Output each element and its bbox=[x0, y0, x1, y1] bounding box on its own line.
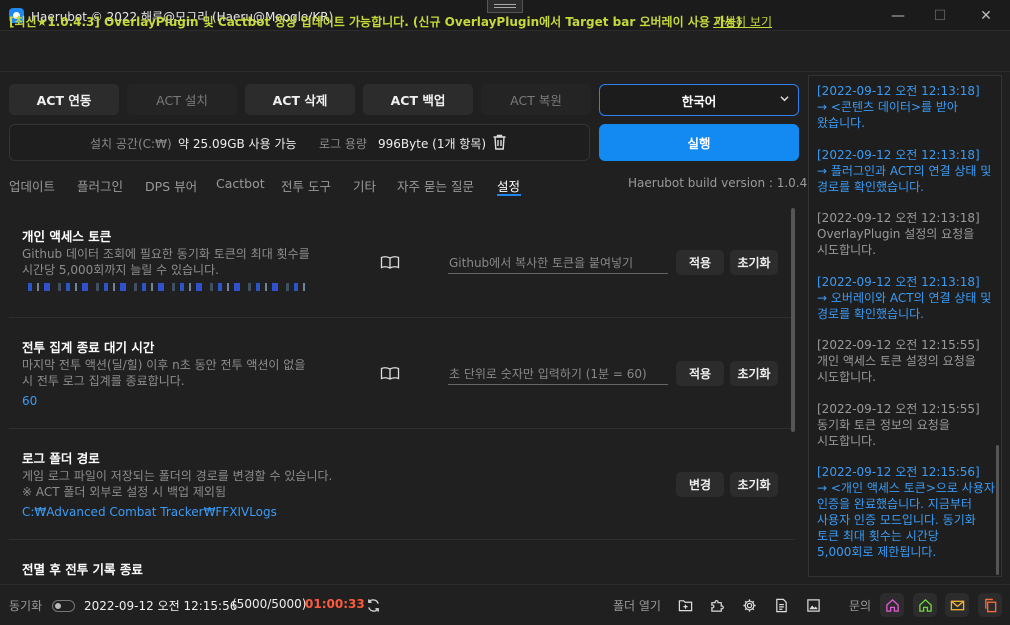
log-entry: [2022-09-12 오전 12:13:18] OverlayPlugin 설… bbox=[817, 210, 995, 258]
act-delete-button[interactable]: ACT 삭제 bbox=[245, 84, 355, 115]
notice-details-link[interactable]: 자세히 보기 bbox=[713, 13, 772, 30]
setting-description: 시 전투 로그 집계를 종료합니다. bbox=[22, 374, 185, 388]
setting-title: 개인 액세스 토큰 bbox=[22, 229, 112, 244]
puzzle-icon[interactable] bbox=[706, 594, 728, 616]
minimize-button[interactable]: — bbox=[876, 0, 920, 31]
home-pink-icon[interactable] bbox=[880, 593, 904, 617]
setting-description: 시간당 5,000회까지 늘릴 수 있습니다. bbox=[22, 263, 219, 277]
log-time: [2022-09-12 오전 12:13:18] bbox=[817, 84, 980, 98]
reset-button[interactable]: 초기화 bbox=[730, 472, 778, 497]
apply-button[interactable]: 적용 bbox=[676, 361, 724, 386]
status-datetime: 2022-09-12 오전 12:15:56 bbox=[84, 599, 238, 613]
tab-faq[interactable]: 자주 묻는 질문 bbox=[397, 176, 474, 195]
tab-dps-viewer[interactable]: DPS 뷰어 bbox=[145, 176, 197, 195]
home-green-icon[interactable] bbox=[913, 593, 937, 617]
log-time: [2022-09-12 오전 12:15:55] bbox=[817, 402, 980, 416]
act-restore-button[interactable]: ACT 복원 bbox=[481, 84, 591, 115]
setting-description: Github 데이터 조회에 필요한 동기화 토큰의 최대 횟수를 bbox=[22, 247, 310, 261]
apply-button[interactable]: 적용 bbox=[676, 250, 724, 275]
log-time: [2022-09-12 오전 12:13:18] bbox=[817, 211, 980, 225]
setting-description: ※ ACT 폴더 외부로 설정 시 백업 제외됨 bbox=[22, 485, 226, 499]
chevron-down-icon bbox=[780, 96, 789, 102]
trash-icon[interactable] bbox=[492, 134, 507, 150]
book-icon[interactable] bbox=[380, 366, 400, 380]
log-time: [2022-09-12 오전 12:15:55] bbox=[817, 338, 980, 352]
sync-label: 동기화 bbox=[9, 599, 43, 613]
act-link-button[interactable]: ACT 연동 bbox=[9, 84, 119, 115]
log-text: → <콘텐츠 데이터>를 받아 왔습니다. bbox=[817, 100, 958, 130]
language-value: 한국어 bbox=[681, 93, 717, 109]
log-text: → 오버레이와 ACT의 연결 상태 및 경로를 확인했습니다. bbox=[817, 291, 992, 321]
log-entry: [2022-09-12 오전 12:13:18] → 플러그인과 ACT의 연결… bbox=[817, 147, 995, 195]
wait-time-input[interactable]: 초 단위로 숫자만 입력하기 (1분 = 60) bbox=[448, 363, 668, 385]
tab-plugins[interactable]: 플러그인 bbox=[77, 176, 123, 195]
token-value-masked bbox=[28, 283, 308, 291]
token-input[interactable]: Github에서 복사한 토큰을 붙여넣기 bbox=[448, 252, 668, 274]
tab-update[interactable]: 업데이트 bbox=[9, 176, 55, 195]
close-button[interactable]: ✕ bbox=[964, 0, 1008, 31]
app-window: Haerubot © 2022 해루@모그리 (Haeru@Moogle/KR)… bbox=[0, 0, 1010, 625]
reset-button[interactable]: 초기화 bbox=[730, 250, 778, 275]
act-backup-button[interactable]: ACT 백업 bbox=[363, 84, 473, 115]
log-text: 동기화 토큰 정보의 요청을 시도합니다. bbox=[817, 418, 950, 448]
log-panel: [2022-09-12 오전 12:13:18] → <콘텐츠 데이터>를 받아… bbox=[808, 75, 1002, 577]
mail-icon[interactable] bbox=[945, 593, 969, 617]
log-time: [2022-09-12 오전 12:15:56] bbox=[817, 465, 980, 479]
reset-timer: 01:00:33 bbox=[305, 597, 365, 611]
token-quota: (5000/5000) bbox=[232, 597, 307, 611]
log-entry: [2022-09-12 오전 12:13:18] → <콘텐츠 데이터>를 받아… bbox=[817, 83, 995, 131]
log-text: OverlayPlugin 설정의 요청을 시도합니다. bbox=[817, 227, 975, 257]
log-text: → 플러그인과 ACT의 연결 상태 및 경로를 확인했습니다. bbox=[817, 164, 992, 194]
run-button[interactable]: 실행 bbox=[599, 124, 799, 161]
document-icon[interactable] bbox=[770, 594, 792, 616]
notice-text: [최신★1.0.4.3] OverlayPlugin 및 Cactbot 정상 … bbox=[9, 15, 742, 29]
sync-toggle[interactable] bbox=[52, 600, 75, 612]
gear-icon[interactable] bbox=[738, 594, 760, 616]
change-button[interactable]: 변경 bbox=[676, 472, 724, 497]
log-size-label: 로그 용량 bbox=[319, 137, 367, 151]
drag-handle[interactable] bbox=[487, 0, 523, 13]
log-entry: [2022-09-12 오전 12:15:56] → <개인 액세스 토큰>으로… bbox=[817, 464, 995, 560]
log-text: 개인 액세스 토큰 설정의 요청을 시도합니다. bbox=[817, 354, 976, 384]
tab-cactbot[interactable]: Cactbot bbox=[216, 176, 265, 191]
log-entry: [2022-09-12 오전 12:15:55] 동기화 토큰 정보의 요청을 … bbox=[817, 401, 995, 449]
maximize-button[interactable]: ☐ bbox=[918, 0, 962, 31]
section-divider bbox=[9, 317, 795, 318]
setting-title: 로그 폴더 경로 bbox=[22, 451, 100, 466]
section-divider bbox=[9, 539, 795, 540]
setting-description: 게임 로그 파일이 저장되는 폴더의 경로를 변경할 수 있습니다. bbox=[22, 469, 333, 483]
log-entry: [2022-09-12 오전 12:13:18] → 오버레이와 ACT의 연결… bbox=[817, 274, 995, 322]
contact-label: 문의 bbox=[849, 599, 872, 613]
log-size-value: 996Byte (1개 항목) bbox=[378, 137, 487, 151]
log-entry: [2022-09-12 오전 12:15:55] 개인 액세스 토큰 설정의 요… bbox=[817, 337, 995, 385]
tab-battle-tools[interactable]: 전투 도구 bbox=[281, 176, 331, 195]
tab-settings[interactable]: 설정 bbox=[497, 176, 520, 195]
build-version: Haerubot build version : 1.0.4.4 bbox=[628, 176, 819, 190]
reset-button[interactable]: 초기화 bbox=[730, 361, 778, 386]
log-time: [2022-09-12 오전 12:13:18] bbox=[817, 275, 980, 289]
image-icon[interactable] bbox=[802, 594, 824, 616]
log-text: → <개인 액세스 토큰>으로 사용자 인증을 완료했습니다. 지금부터 사용자… bbox=[817, 481, 995, 559]
setting-current-value: 60 bbox=[22, 394, 38, 408]
book-icon[interactable] bbox=[380, 255, 400, 269]
install-space-value: 약 25.09GB 사용 가능 bbox=[178, 137, 297, 151]
setting-title: 전투 집계 종료 대기 시간 bbox=[22, 340, 155, 355]
tab-etc[interactable]: 기타 bbox=[353, 176, 376, 195]
copy-icon[interactable] bbox=[978, 593, 1002, 617]
act-install-button[interactable]: ACT 설치 bbox=[127, 84, 237, 115]
section-divider bbox=[9, 428, 795, 429]
refresh-icon[interactable] bbox=[362, 594, 384, 616]
log-scrollbar[interactable] bbox=[996, 445, 999, 575]
active-tab-indicator bbox=[497, 194, 521, 196]
open-folder-label: 폴더 열기 bbox=[613, 599, 661, 613]
setting-title: 전멸 후 전투 기록 종료 bbox=[22, 562, 143, 577]
log-time: [2022-09-12 오전 12:13:18] bbox=[817, 148, 980, 162]
setting-description: 마지막 전투 액션(딜/힐) 이후 n초 동안 전투 액션이 없을 bbox=[22, 358, 306, 372]
notice-bar bbox=[0, 31, 1010, 72]
log-folder-path: C:₩Advanced Combat Tracker₩FFXIVLogs bbox=[22, 505, 277, 519]
language-select[interactable]: 한국어 bbox=[599, 84, 799, 116]
settings-scrollbar[interactable] bbox=[791, 208, 795, 432]
folder-add-icon[interactable] bbox=[674, 594, 696, 616]
install-space-label: 설치 공간(C:₩) bbox=[90, 137, 172, 151]
